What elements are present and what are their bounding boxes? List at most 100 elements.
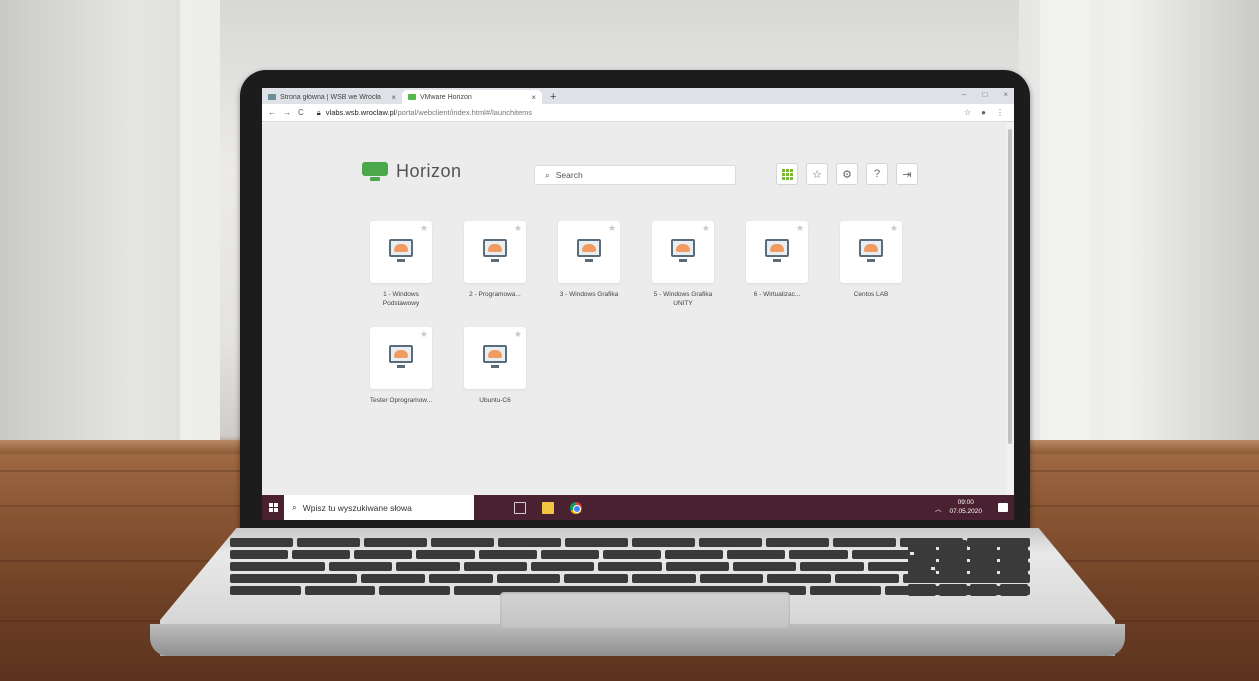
menu-icon[interactable]: ⋮ bbox=[996, 108, 1004, 117]
app-label: Ubuntu-C6 bbox=[479, 396, 511, 404]
desktop-cloud-icon bbox=[856, 239, 886, 265]
favorite-star-icon[interactable]: ★ bbox=[420, 329, 428, 340]
file-explorer-icon[interactable] bbox=[542, 501, 554, 514]
browser-toolbar: ← → C 🔒︎ vlabs.wsb.wroclaw.pl/portal/web… bbox=[262, 104, 1014, 122]
new-tab-button[interactable]: + bbox=[542, 90, 564, 104]
logout-icon: ⇥ bbox=[902, 168, 912, 181]
tab-wsb[interactable]: Strona główna | WSB we Wrocła × bbox=[262, 90, 402, 104]
app-card[interactable]: ★ bbox=[370, 221, 432, 283]
taskbar-search-input[interactable]: ⌕ Wpisz tu wyszukiwane słowa bbox=[284, 495, 474, 520]
forward-button[interactable]: → bbox=[283, 108, 291, 117]
laptop-base-front bbox=[150, 624, 1125, 656]
app-label: 5 - Windows Grafika UNITY bbox=[653, 291, 713, 307]
desktop-cloud-icon bbox=[574, 239, 604, 265]
star-icon: ☆ bbox=[812, 168, 822, 181]
favorite-star-icon[interactable]: ★ bbox=[514, 329, 522, 340]
app-card[interactable]: ★ bbox=[746, 221, 808, 283]
help-button[interactable]: ? bbox=[866, 163, 888, 185]
help-icon: ? bbox=[873, 168, 881, 180]
gear-icon: ⚙ bbox=[842, 168, 852, 181]
chrome-icon[interactable] bbox=[570, 501, 582, 514]
favorite-star-icon[interactable]: ★ bbox=[796, 223, 804, 234]
app-card[interactable]: ★ bbox=[652, 221, 714, 283]
app-card[interactable]: ★ bbox=[464, 221, 526, 283]
tab-vmware-horizon[interactable]: VMware Horizon × bbox=[402, 90, 542, 104]
bookmark-star-icon[interactable]: ☆ bbox=[964, 108, 971, 117]
favorites-button[interactable]: ☆ bbox=[806, 163, 828, 185]
favorite-star-icon[interactable]: ★ bbox=[608, 223, 616, 234]
horizon-favicon-icon bbox=[408, 94, 416, 100]
reload-button[interactable]: C bbox=[298, 108, 304, 117]
clock-time: 09:00 bbox=[957, 499, 974, 507]
start-button[interactable] bbox=[262, 495, 284, 520]
favorite-star-icon[interactable]: ★ bbox=[702, 223, 710, 234]
windows-taskbar: ⌕ Wpisz tu wyszukiwane słowa ︿ 09:00 07.… bbox=[262, 495, 1014, 520]
settings-button[interactable]: ⚙ bbox=[836, 163, 858, 185]
app-label: 3 - Windows Grafika bbox=[559, 291, 619, 298]
desktop-cloud-icon bbox=[386, 344, 416, 371]
close-window-button[interactable]: × bbox=[1003, 90, 1008, 99]
browser-tab-bar: Strona główna | WSB we Wrocła × VMware H… bbox=[262, 88, 1014, 104]
app-tile[interactable]: ★ 5 - Windows Grafika UNITY bbox=[652, 221, 714, 309]
close-icon[interactable]: × bbox=[391, 93, 396, 102]
favorite-star-icon[interactable]: ★ bbox=[890, 223, 898, 234]
back-button[interactable]: ← bbox=[268, 108, 276, 117]
horizon-monitor-icon bbox=[362, 161, 388, 182]
notification-icon[interactable] bbox=[998, 503, 1008, 512]
app-tile[interactable]: ★ 6 - Wirtualizac... bbox=[746, 221, 808, 309]
page-scrollbar[interactable] bbox=[1006, 123, 1014, 495]
background-column bbox=[180, 0, 220, 440]
url-host: vlabs.wsb.wroclaw.pl bbox=[325, 108, 396, 117]
app-tile[interactable]: ★ Tester Oprogramow... bbox=[370, 326, 432, 406]
app-tile[interactable]: ★ 2 - Programowa... bbox=[464, 221, 526, 309]
lock-icon: 🔒︎ bbox=[316, 107, 321, 117]
grid-icon bbox=[781, 168, 793, 180]
app-tiles: ★ 1 - Windows Podstawowy ★ 2 - Programow… bbox=[370, 221, 902, 405]
desktop-cloud-icon bbox=[480, 239, 510, 265]
desktop-cloud-icon bbox=[668, 239, 698, 265]
app-tile[interactable]: ★ Centos LAB bbox=[840, 221, 902, 309]
apps-grid-button[interactable] bbox=[776, 163, 798, 185]
clock-date: 07.05.2020 bbox=[949, 507, 982, 515]
header-icons: ☆ ⚙ ? ⇥ bbox=[776, 163, 918, 185]
chevron-up-icon[interactable]: ︿ bbox=[935, 503, 942, 513]
numpad bbox=[908, 540, 1028, 596]
favorite-star-icon[interactable]: ★ bbox=[420, 223, 428, 234]
search-icon: ⌕ bbox=[545, 169, 550, 180]
app-card[interactable]: ★ bbox=[464, 326, 526, 389]
touchpad bbox=[500, 592, 790, 628]
clock[interactable]: 09:00 07.05.2020 bbox=[949, 499, 982, 516]
maximize-button[interactable]: □ bbox=[982, 90, 987, 99]
tab-title: Strona główna | WSB we Wrocła bbox=[280, 93, 381, 101]
logo-text: Horizon bbox=[396, 161, 462, 181]
toolbar-actions: ☆ ● ⋮ bbox=[964, 108, 1008, 117]
search-placeholder: Search bbox=[555, 170, 583, 180]
favorite-star-icon[interactable]: ★ bbox=[514, 223, 522, 234]
app-card[interactable]: ★ bbox=[840, 221, 902, 283]
search-input[interactable]: ⌕ Search bbox=[534, 165, 736, 185]
app-label: 2 - Programowa... bbox=[469, 291, 521, 298]
app-label: Centos LAB bbox=[853, 291, 889, 298]
windows-logo-icon bbox=[268, 503, 278, 512]
close-icon[interactable]: × bbox=[531, 93, 536, 102]
system-tray: ︿ 09:00 07.05.2020 bbox=[935, 499, 1014, 516]
app-tile[interactable]: ★ Ubuntu-C6 bbox=[464, 326, 526, 406]
address-bar[interactable]: 🔒︎ vlabs.wsb.wroclaw.pl/portal/webclient… bbox=[311, 106, 957, 120]
url-path: /portal/webclient/index.html#/launchitem… bbox=[395, 108, 533, 117]
app-tile[interactable]: ★ 1 - Windows Podstawowy bbox=[370, 221, 432, 309]
app-card[interactable]: ★ bbox=[558, 221, 620, 283]
logout-button[interactable]: ⇥ bbox=[896, 163, 918, 185]
wsb-favicon-icon bbox=[268, 94, 276, 100]
minimize-button[interactable]: – bbox=[962, 90, 966, 99]
tab-title: VMware Horizon bbox=[420, 93, 472, 101]
horizon-portal: Horizon ⌕ Search ☆ ⚙ ? ⇥ ★ 1 - Windows P… bbox=[262, 123, 1006, 495]
scroll-thumb[interactable] bbox=[1008, 129, 1012, 444]
extension-icon[interactable]: ● bbox=[981, 108, 986, 117]
window-controls: – □ × bbox=[962, 90, 1008, 99]
task-view-icon[interactable] bbox=[514, 501, 526, 514]
app-tile[interactable]: ★ 3 - Windows Grafika bbox=[558, 221, 620, 309]
horizon-logo: Horizon bbox=[362, 161, 462, 182]
desktop-cloud-icon bbox=[386, 239, 416, 265]
app-label: 6 - Wirtualizac... bbox=[753, 291, 801, 298]
app-card[interactable]: ★ bbox=[370, 326, 432, 389]
